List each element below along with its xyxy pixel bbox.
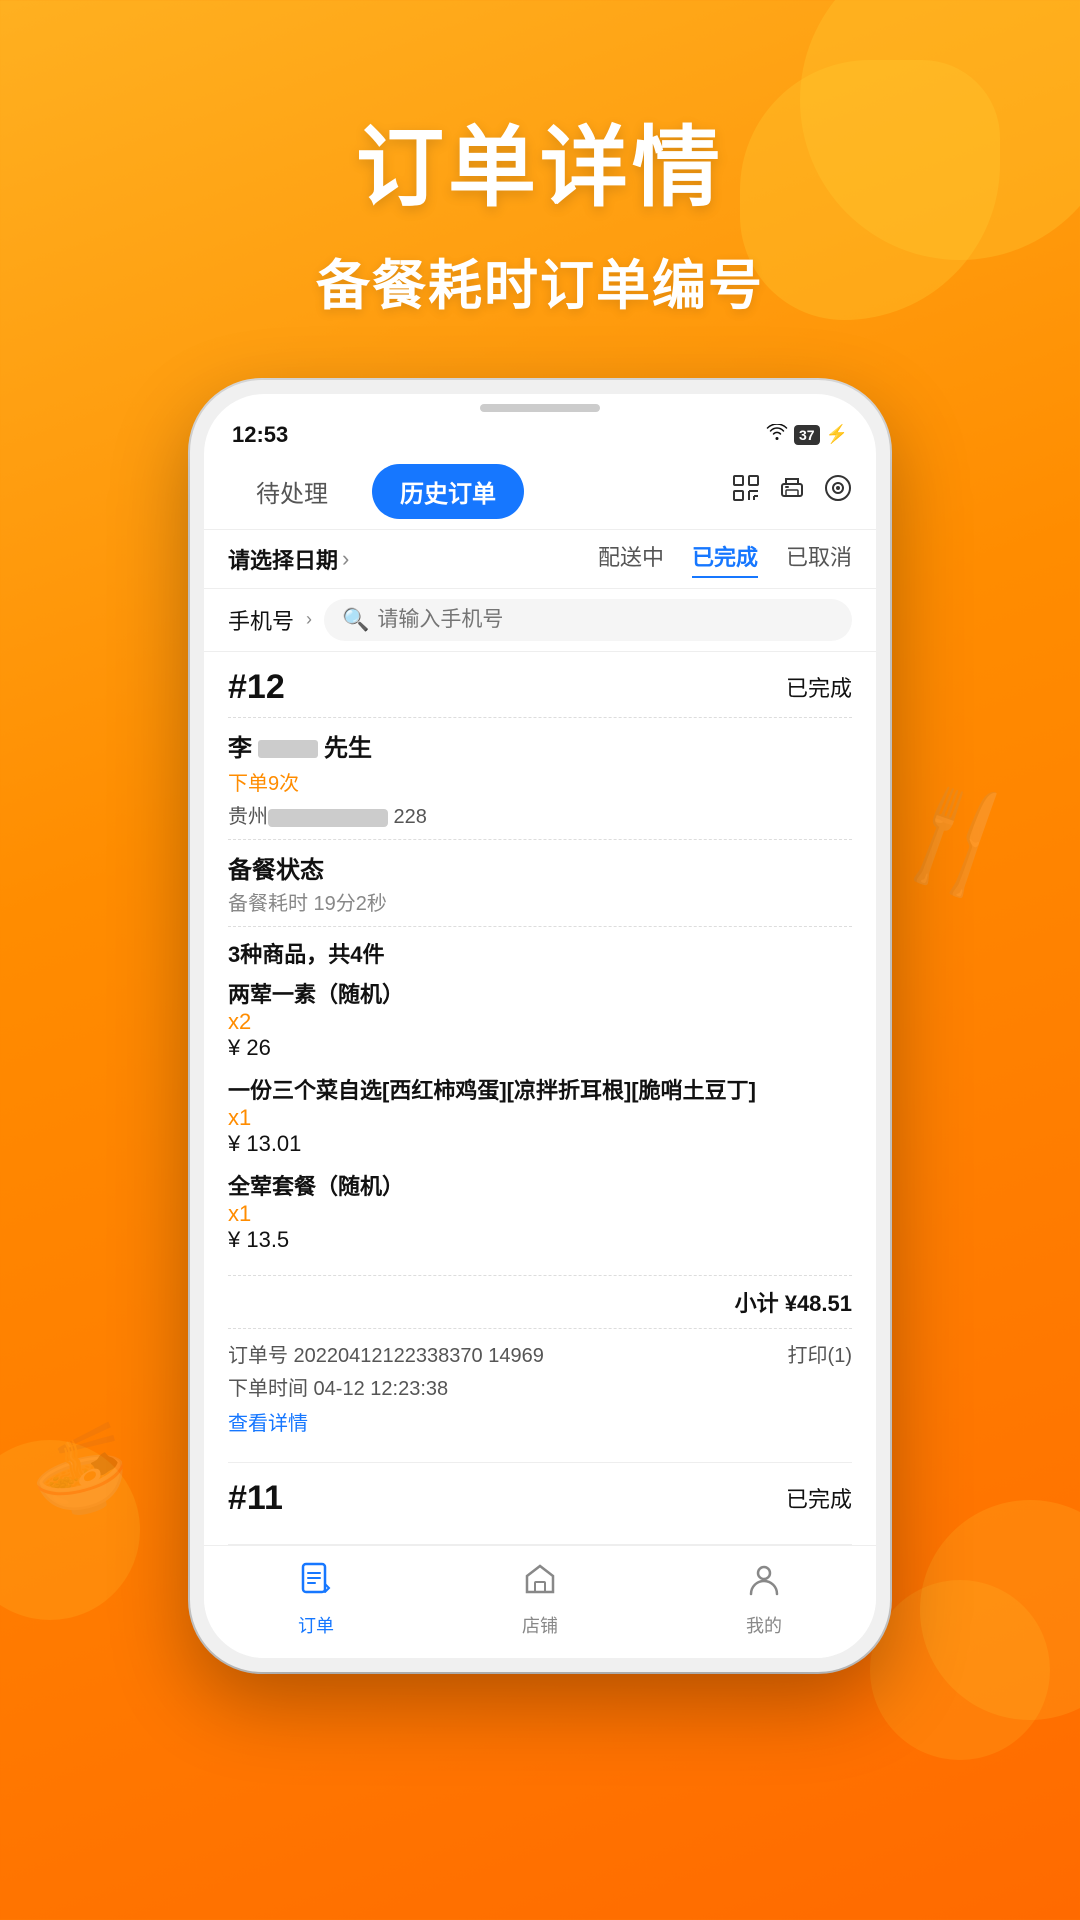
filter-row: 请选择日期 › 配送中 已完成 已取消 [204, 530, 876, 589]
bottom-nav: 订单 店铺 [204, 1545, 876, 1658]
order-number-12: #12 [228, 668, 285, 707]
search-label: 手机号 [228, 604, 294, 636]
tab-pending[interactable]: 待处理 [228, 464, 356, 519]
status-bar: 12:53 37 ⚡ [204, 418, 876, 454]
item-row-0: 两荤一素（随机） x2 ¥ 26 [228, 977, 852, 1061]
filter-completed[interactable]: 已完成 [692, 540, 758, 578]
items-section-12: 3种商品，共4件 两荤一素（随机） x2 ¥ 26 一份三个菜自选[西红柿鸡蛋]… [228, 926, 852, 1275]
notch-bar [480, 404, 600, 412]
item-price-0: ¥ 26 [228, 1035, 852, 1061]
phone-notch [204, 394, 876, 418]
date-filter-arrow: › [342, 546, 349, 572]
order-card-11: #11 已完成 [228, 1463, 852, 1545]
order-list: #12 已完成 李先生 下单9次 贵州 228 [204, 652, 876, 1545]
order-time-label: 下单时间 04-12 12:23:38 [228, 1372, 448, 1401]
phone-frame: 12:53 37 ⚡ 待处理 历 [190, 380, 890, 1672]
page-title: 订单详情 [0, 120, 1080, 217]
meta-order-no: 订单号 20220412122338370 14969 打印(1) [228, 1339, 852, 1368]
item-qty-0: x2 [228, 1009, 852, 1035]
orders-icon [297, 1560, 335, 1608]
phone-mockup: 12:53 37 ⚡ 待处理 历 [0, 380, 1080, 1672]
nav-label-orders: 订单 [298, 1612, 334, 1638]
nav-item-profile[interactable]: 我的 [745, 1560, 783, 1638]
page-subtitle: 备餐耗时订单编号 [0, 241, 1080, 320]
order-no-label: 订单号 20220412122338370 14969 [228, 1339, 544, 1368]
filter-cancelled[interactable]: 已取消 [786, 540, 852, 578]
search-row: 手机号 › 🔍 [204, 589, 876, 652]
camera-icon[interactable] [824, 474, 852, 509]
search-box[interactable]: 🔍 [324, 599, 852, 641]
wifi-icon [766, 424, 788, 445]
filter-delivering[interactable]: 配送中 [598, 540, 664, 578]
subtotal-label-12: 小计 ¥48.51 [735, 1286, 852, 1318]
meta-order-time: 下单时间 04-12 12:23:38 [228, 1372, 852, 1401]
tab-bar: 待处理 历史订单 [204, 454, 876, 530]
prep-section-12: 备餐状态 备餐耗时 19分2秒 [228, 839, 852, 926]
scan-icon[interactable] [732, 474, 760, 509]
nav-item-orders[interactable]: 订单 [297, 1560, 335, 1638]
item-name-0: 两荤一素（随机） [228, 977, 852, 1009]
order-card-12: #12 已完成 李先生 下单9次 贵州 228 [228, 652, 852, 1463]
battery-level: 37 [794, 425, 820, 445]
tab-action-icons [732, 474, 852, 509]
profile-icon [745, 1560, 783, 1608]
customer-name-12: 李先生 [228, 728, 852, 763]
items-count-12: 3种商品，共4件 [228, 937, 852, 969]
order-number-11: #11 [228, 1479, 283, 1518]
status-icons: 37 ⚡ [766, 424, 848, 445]
search-label-arrow: › [306, 609, 312, 630]
order-status-12: 已完成 [786, 671, 852, 703]
item-name-1: 一份三个菜自选[西红柿鸡蛋][凉拌折耳根][脆哨土豆丁] [228, 1073, 852, 1105]
charging-icon: ⚡ [826, 424, 848, 445]
store-icon [521, 1560, 559, 1608]
phone-search-input[interactable] [377, 608, 834, 632]
nav-label-profile: 我的 [746, 1612, 782, 1638]
item-row-2: 全荤套餐（随机） x1 ¥ 13.5 [228, 1169, 852, 1253]
order-header-12: #12 已完成 [228, 668, 852, 707]
view-detail-link[interactable]: 查看详情 [228, 1407, 852, 1436]
phone-screen: 12:53 37 ⚡ 待处理 历 [204, 394, 876, 1658]
item-price-1: ¥ 13.01 [228, 1131, 852, 1157]
subtotal-row-12: 小计 ¥48.51 [228, 1275, 852, 1328]
date-filter-label[interactable]: 请选择日期 [228, 543, 338, 575]
customer-address-12: 贵州 228 [228, 800, 852, 829]
nav-label-store: 店铺 [522, 1612, 558, 1638]
customer-section-12: 李先生 下单9次 贵州 228 [228, 717, 852, 839]
status-time: 12:53 [232, 422, 288, 448]
item-qty-1: x1 [228, 1105, 852, 1131]
print-btn[interactable]: 打印(1) [788, 1339, 852, 1368]
order-meta-12: 订单号 20220412122338370 14969 打印(1) 下单时间 0… [228, 1328, 852, 1446]
nav-item-store[interactable]: 店铺 [521, 1560, 559, 1638]
item-price-2: ¥ 13.5 [228, 1227, 852, 1253]
order-status-11: 已完成 [786, 1482, 852, 1514]
item-row-1: 一份三个菜自选[西红柿鸡蛋][凉拌折耳根][脆哨土豆丁] x1 ¥ 13.01 [228, 1073, 852, 1157]
print-icon[interactable] [778, 474, 806, 509]
order-header-11: #11 已完成 [228, 1479, 852, 1518]
tab-history[interactable]: 历史订单 [372, 464, 524, 519]
item-qty-2: x1 [228, 1201, 852, 1227]
prep-title-12: 备餐状态 [228, 850, 852, 885]
item-name-2: 全荤套餐（随机） [228, 1169, 852, 1201]
status-filter: 配送中 已完成 已取消 [598, 540, 852, 578]
customer-order-count-12: 下单9次 [228, 767, 852, 796]
prep-time-12: 备餐耗时 19分2秒 [228, 887, 852, 916]
header-section: 订单详情 备餐耗时订单编号 [0, 0, 1080, 320]
search-icon: 🔍 [342, 607, 369, 633]
